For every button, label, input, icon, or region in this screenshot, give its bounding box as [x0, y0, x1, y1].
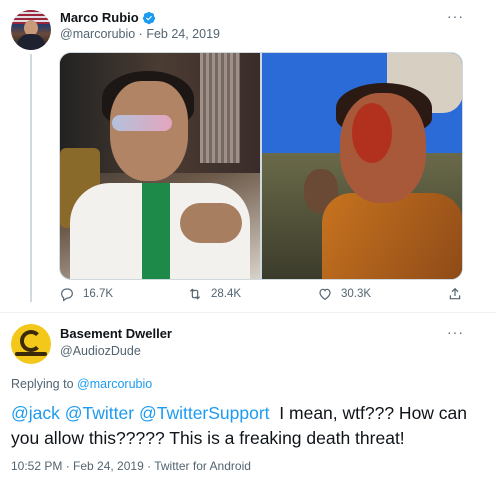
photo-left-head [110, 81, 188, 181]
mention-link[interactable]: @TwitterSupport [139, 403, 270, 423]
replying-to-link[interactable]: @marcorubio [77, 377, 152, 391]
snake-graphic [20, 330, 42, 352]
tweet-main: Marco Rubio @marcorubio · Feb 24, 2019 ·… [0, 0, 496, 312]
photo-right-blood [352, 103, 392, 163]
display-name[interactable]: Basement Dweller [60, 326, 172, 341]
tweet-text: @jack @Twitter @TwitterSupport I mean, w… [11, 401, 485, 451]
photo-right-shirt [322, 193, 462, 279]
mention-link[interactable]: @jack [11, 403, 60, 423]
like-action[interactable]: 30.3K [317, 286, 371, 302]
action-bar: 16.7K 28.4K 30.3K [59, 286, 463, 308]
photo-left-stripe [200, 53, 240, 163]
like-count: 30.3K [341, 288, 372, 300]
handle-date[interactable]: @marcorubio · Feb 24, 2019 [60, 27, 220, 41]
avatar-suit [17, 34, 45, 50]
more-options-icon[interactable]: ··· [447, 324, 464, 340]
handle[interactable]: @AudiozDude [60, 344, 141, 358]
thread-line [30, 54, 32, 302]
media-grid [59, 52, 463, 280]
tweet-reply: Basement Dweller @AudiozDude ··· Replyin… [0, 313, 496, 478]
photo-left-sunglasses [112, 115, 172, 131]
more-options-icon[interactable]: ··· [447, 8, 464, 24]
heart-icon [319, 288, 331, 301]
author-row: Marco Rubio [60, 10, 156, 25]
photo-left-hands [180, 203, 242, 243]
reply-icon [61, 288, 73, 302]
retweet-action[interactable]: 28.4K [187, 286, 241, 302]
motto-banner [15, 352, 47, 356]
display-name[interactable]: Marco Rubio [60, 10, 139, 25]
photo-left-scarf [142, 183, 170, 279]
retweet-icon [189, 288, 201, 300]
mention-link[interactable]: @Twitter [65, 403, 134, 423]
reply-action[interactable]: 16.7K [59, 286, 113, 302]
verified-badge-icon [142, 11, 155, 24]
avatar[interactable] [11, 10, 51, 50]
share-icon [449, 287, 461, 300]
retweet-count: 28.4K [211, 288, 242, 300]
tweet-timestamp[interactable]: 10:52 PM · Feb 24, 2019 · Twitter for An… [11, 459, 251, 473]
photo-left[interactable] [60, 53, 260, 279]
replying-prefix: Replying to [11, 377, 78, 391]
avatar[interactable] [11, 324, 51, 364]
photo-right[interactable] [262, 53, 462, 279]
reply-count: 16.7K [83, 288, 114, 300]
replying-to: Replying to @marcorubio [11, 377, 152, 391]
share-action[interactable] [447, 286, 463, 302]
